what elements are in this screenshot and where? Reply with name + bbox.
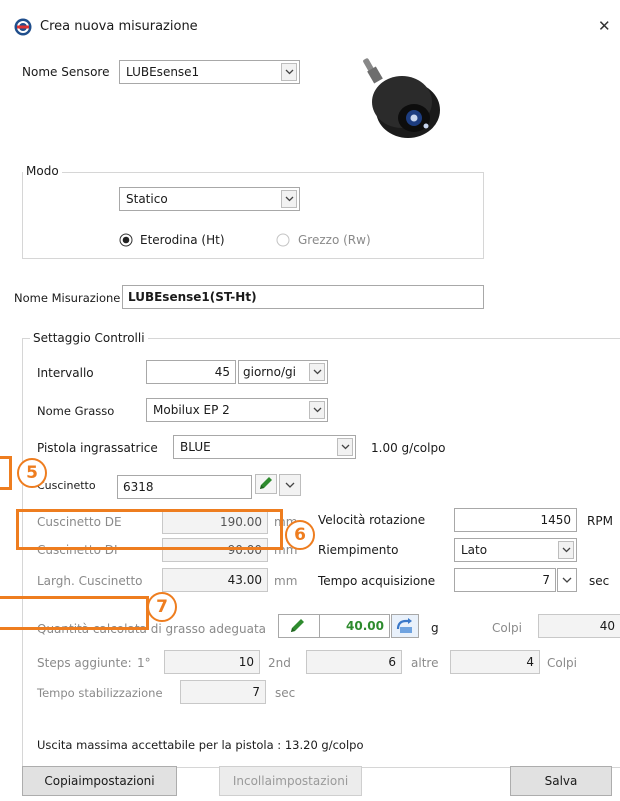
grease-select[interactable]: Mobilux EP 2 [146,398,328,422]
stabilization-label: Tempo stabilizzazione [37,686,163,700]
annotation-badge-7: 7 [147,592,177,622]
step1-label: 1° [137,656,151,670]
chevron-down-icon[interactable] [337,438,353,456]
step1-input: 10 [164,650,260,674]
speed-label: Velocità rotazione [318,513,426,527]
measurement-name-input[interactable]: LUBEsense1(ST-Ht) [122,285,484,309]
measurement-name-label: Nome Misurazione [14,291,121,305]
annotation-box-5 [0,456,12,490]
steps-unit: Colpi [547,656,578,670]
copy-settings-button[interactable]: Copiaimpostazioni [22,766,177,796]
step3-label: altre [411,656,439,670]
paste-settings-button[interactable]: Incollaimpostazioni [219,766,362,796]
close-icon[interactable]: ✕ [598,17,611,35]
acquisition-time-unit: sec [589,574,610,588]
sensor-label: Nome Sensore [22,65,110,79]
radio-raw[interactable] [276,233,290,247]
chevron-down-icon[interactable] [309,363,325,381]
fill-select-value: Lato [461,543,488,557]
bearing-width-unit: mm [274,574,298,588]
window-title: Crea nuova misurazione [40,19,198,34]
radio-raw-label[interactable]: Grezzo (Rw) [298,233,371,247]
annotation-badge-6: 6 [285,520,315,550]
speed-input[interactable]: 1450 [454,508,577,532]
grease-select-value: Mobilux EP 2 [153,403,230,417]
sensor-image [360,52,450,142]
gun-label: Pistola ingrassatrice [37,441,158,455]
radio-heterodyne-label[interactable]: Eterodina (Ht) [140,233,225,247]
acquisition-time-input[interactable]: 7 [454,568,556,592]
step2-label: 2nd [268,656,291,670]
mode-select-value: Statico [126,192,168,206]
step3-input: 4 [450,650,540,674]
settings-group-title: Settaggio Controlli [30,331,148,345]
pencil-edit-icon[interactable] [278,614,320,638]
stabilization-unit: sec [275,686,296,700]
bearing-input[interactable]: 6318 [117,475,252,499]
acquisition-time-label: Tempo acquisizione [318,574,436,588]
chevron-down-icon[interactable] [281,190,297,208]
annotation-badge-5: 5 [17,458,47,488]
grease-quantity-unit: g [431,621,439,635]
chevron-down-icon[interactable] [558,541,574,559]
chevron-down-icon[interactable] [279,474,301,496]
gun-select-value: BLUE [180,440,211,454]
grease-label: Nome Grasso [37,404,115,418]
sensor-select-value: LUBEsense1 [126,65,200,79]
interval-unit-value: giorno/gi [243,365,296,379]
sensor-select[interactable]: LUBEsense1 [119,60,300,84]
chevron-down-icon[interactable] [281,63,297,81]
interval-label: Intervallo [37,366,94,380]
grease-quantity-input: 40.00 [320,614,390,638]
gun-select[interactable]: BLUE [173,435,356,459]
speed-unit: RPM [587,514,613,528]
save-button[interactable]: Salva [510,766,612,796]
interval-unit-select[interactable]: giorno/gi [238,360,328,384]
mode-group-title: Modo [23,164,62,178]
bearing-width-input: 43.00 [162,568,268,592]
refresh-icon[interactable] [391,614,419,638]
radio-heterodyne[interactable] [119,233,133,247]
app-logo-icon [14,18,32,36]
mode-group [22,172,484,259]
bearing-width-label: Largh. Cuscinetto [37,574,143,588]
chevron-down-icon[interactable] [309,401,325,419]
chevron-down-icon[interactable] [557,568,577,592]
max-output-text: Uscita massima accettabile per la pistol… [37,738,364,752]
stabilization-input: 7 [180,680,266,704]
interval-input[interactable]: 45 [146,360,236,384]
gun-rate: 1.00 g/colpo [371,441,446,455]
annotation-box-6 [16,509,283,550]
step2-input: 6 [306,650,402,674]
annotation-box-7 [0,596,149,630]
pencil-edit-icon[interactable] [255,474,277,494]
shots-label: Colpi [492,621,523,635]
fill-label: Riempimento [318,543,399,557]
bearing-label: Cuscinetto [37,479,96,492]
steps-label: Steps aggiunte: [37,656,132,670]
mode-select[interactable]: Statico [119,187,300,211]
fill-select[interactable]: Lato [454,538,577,562]
shots-input: 40 [538,614,620,638]
